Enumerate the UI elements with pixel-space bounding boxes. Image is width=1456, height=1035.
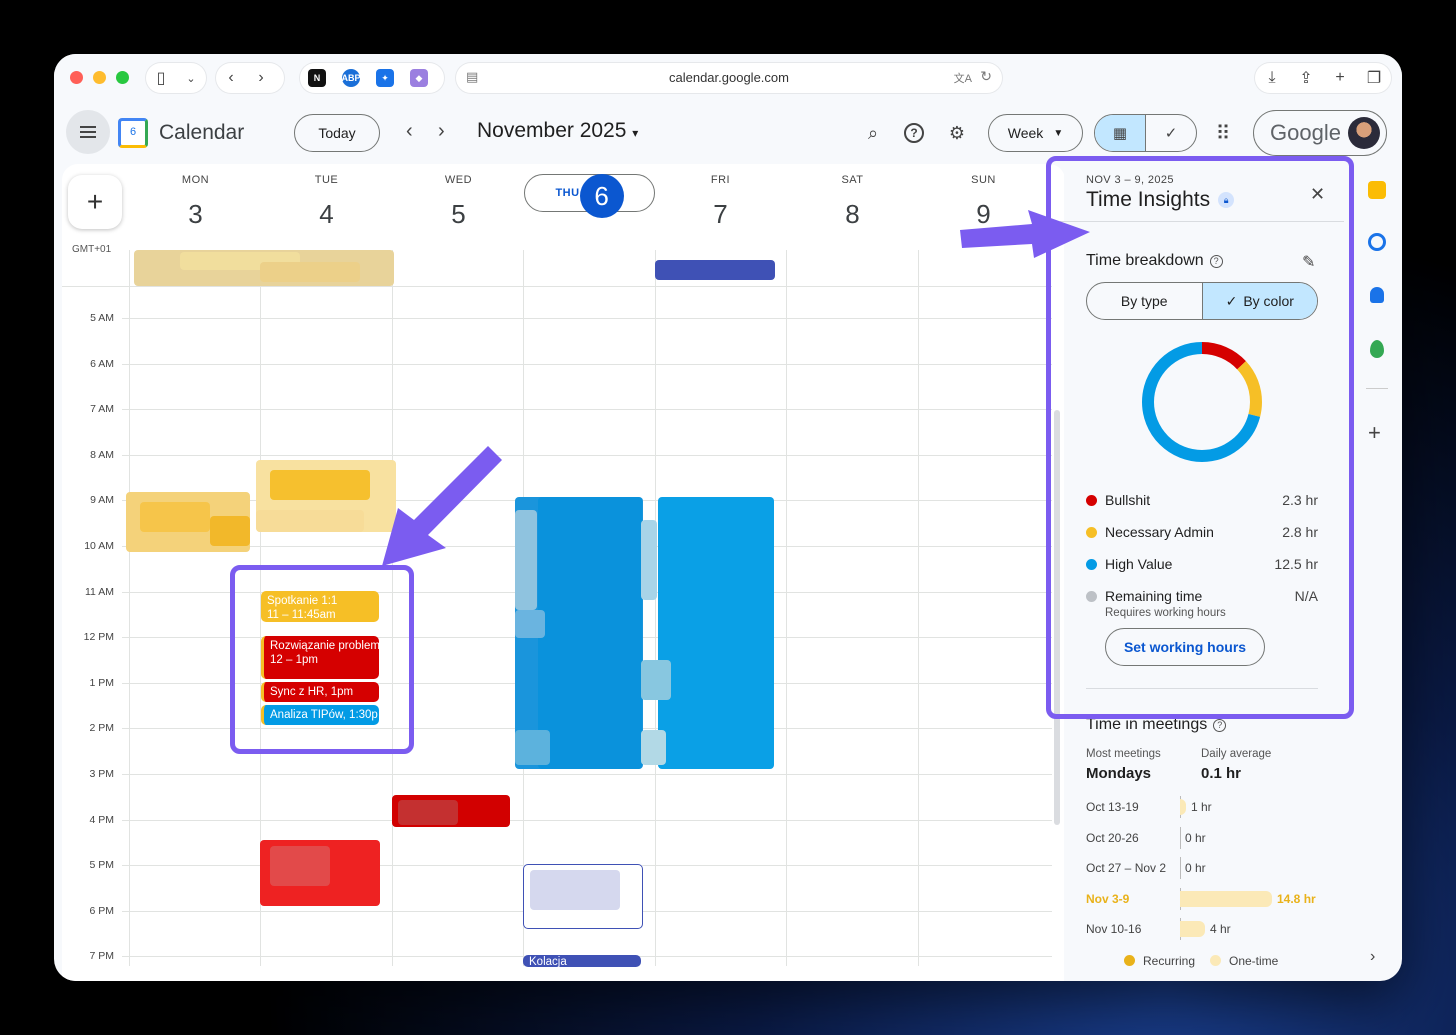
arrow-to-events <box>382 446 502 566</box>
annotation-arrows <box>382 210 1090 566</box>
arrow-to-panel <box>960 210 1090 258</box>
